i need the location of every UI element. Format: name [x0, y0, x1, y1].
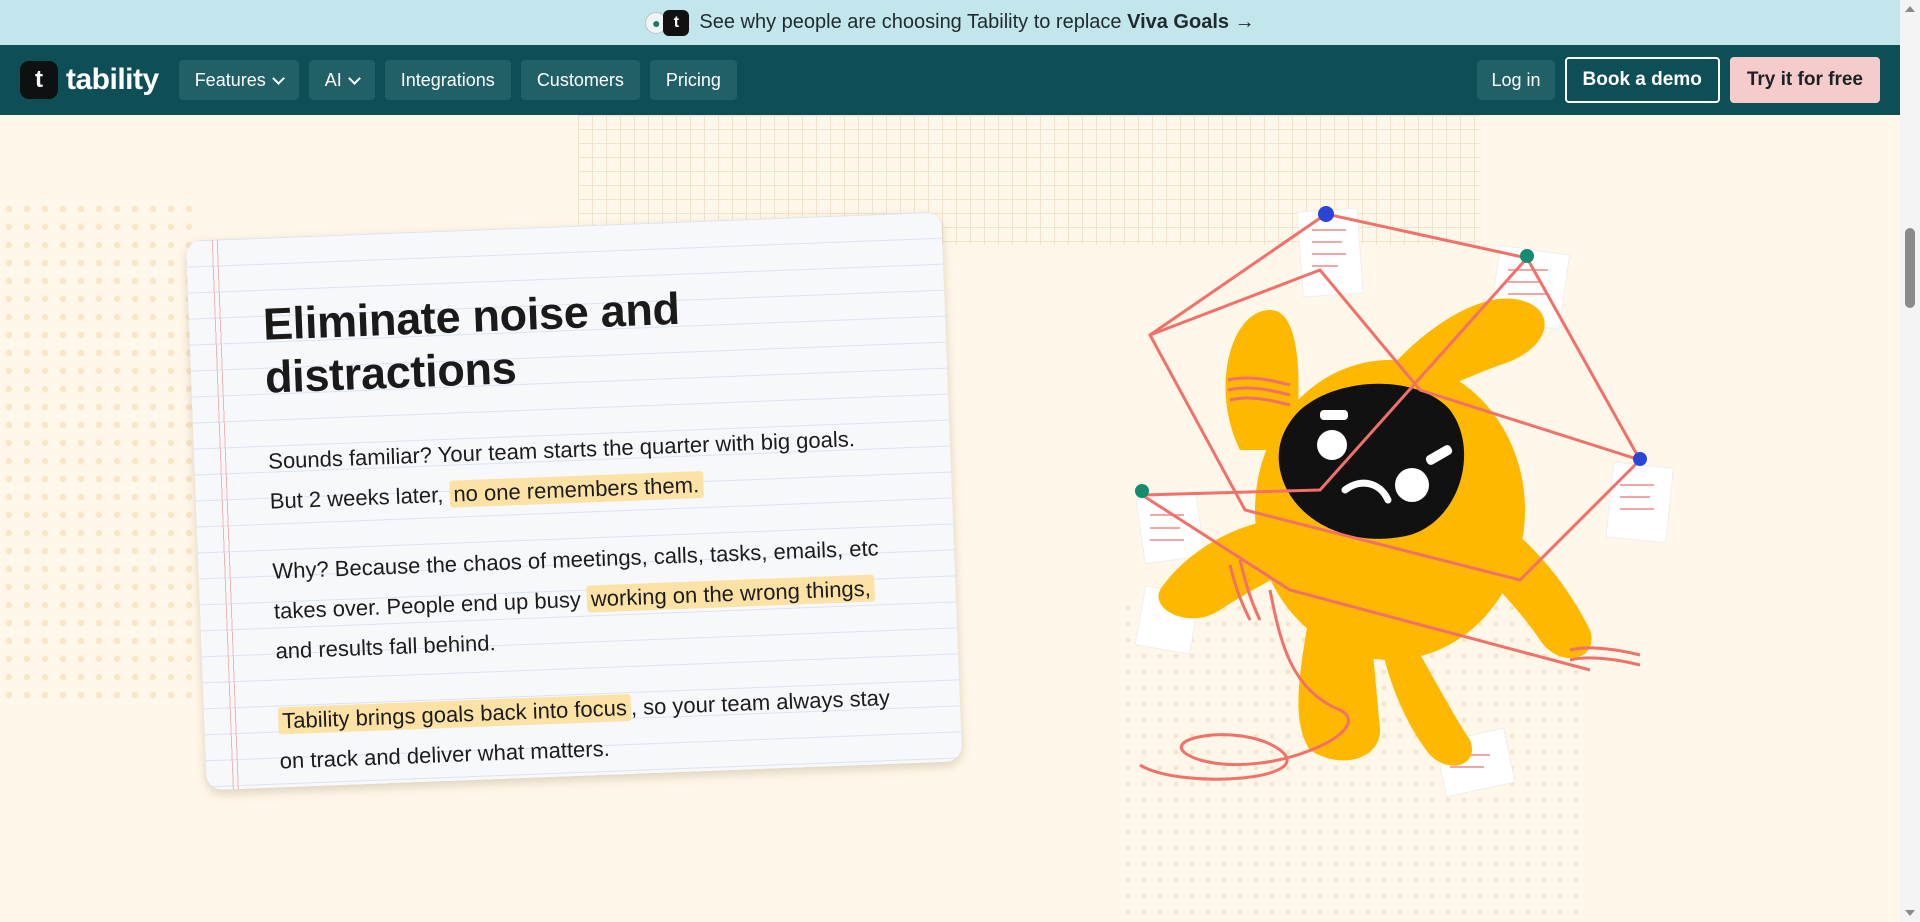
- brand-name: tability: [66, 63, 159, 96]
- pin-icon: [1135, 484, 1149, 498]
- nav-pricing[interactable]: Pricing: [649, 60, 737, 100]
- announcement-logos: ● t: [645, 9, 690, 36]
- scroll-down-icon[interactable]: [1905, 910, 1915, 916]
- card-paragraph-2: Why? Because the chaos of meetings, call…: [271, 535, 880, 664]
- highlight-text: working on the wrong things,: [586, 574, 876, 613]
- card-content: Eliminate noise and distractions Sounds …: [262, 274, 901, 811]
- chevron-down-icon: [347, 71, 361, 85]
- arrow-right-icon: →: [1234, 11, 1255, 33]
- scrollbar-thumb[interactable]: [1905, 228, 1915, 308]
- card-title: Eliminate noise and distractions: [262, 282, 681, 403]
- tability-mark-icon: t: [20, 61, 58, 99]
- announcement-bold: Viva Goals: [1127, 11, 1230, 33]
- try-free-button[interactable]: Try it for free: [1729, 57, 1880, 103]
- book-demo-button[interactable]: Book a demo: [1564, 57, 1720, 103]
- chevron-down-icon: [271, 71, 285, 85]
- announcement-text[interactable]: See why people are choosing Tability to …: [699, 11, 1254, 34]
- nav-actions: Log in Book a demo Try it for free: [1477, 57, 1880, 103]
- page-scrollbar[interactable]: [1900, 0, 1920, 922]
- pin-icon: [1633, 452, 1647, 466]
- login-button[interactable]: Log in: [1477, 60, 1555, 100]
- background-dots-left: [0, 200, 200, 700]
- nav-features[interactable]: Features: [178, 60, 299, 100]
- announcement-bar[interactable]: ● t See why people are choosing Tability…: [0, 0, 1900, 45]
- main-navbar: t tability Features AI Integrations Cust…: [0, 45, 1900, 115]
- nav-ai[interactable]: AI: [308, 60, 375, 100]
- pin-icon: [1318, 206, 1334, 222]
- nav-integrations[interactable]: Integrations: [384, 60, 511, 100]
- mascot: [1158, 298, 1592, 766]
- card-paragraph-1: Sounds familiar? Your team starts the qu…: [267, 426, 856, 514]
- pin-icon: [1520, 249, 1534, 263]
- nav-customers[interactable]: Customers: [520, 60, 640, 100]
- highlight-text: no one remembers them.: [448, 471, 704, 508]
- highlight-text: Tability brings goals back into focus: [277, 693, 632, 735]
- brand-logo[interactable]: t tability: [20, 61, 159, 99]
- scroll-up-icon[interactable]: [1905, 6, 1915, 12]
- tability-logo-icon: t: [663, 9, 690, 36]
- sticky-note: [1605, 461, 1675, 544]
- notebook-card: Eliminate noise and distractions Sounds …: [185, 211, 963, 791]
- mascot-illustration: [1134, 206, 1675, 798]
- card-paragraph-3: Tability brings goals back into focus, s…: [277, 685, 891, 774]
